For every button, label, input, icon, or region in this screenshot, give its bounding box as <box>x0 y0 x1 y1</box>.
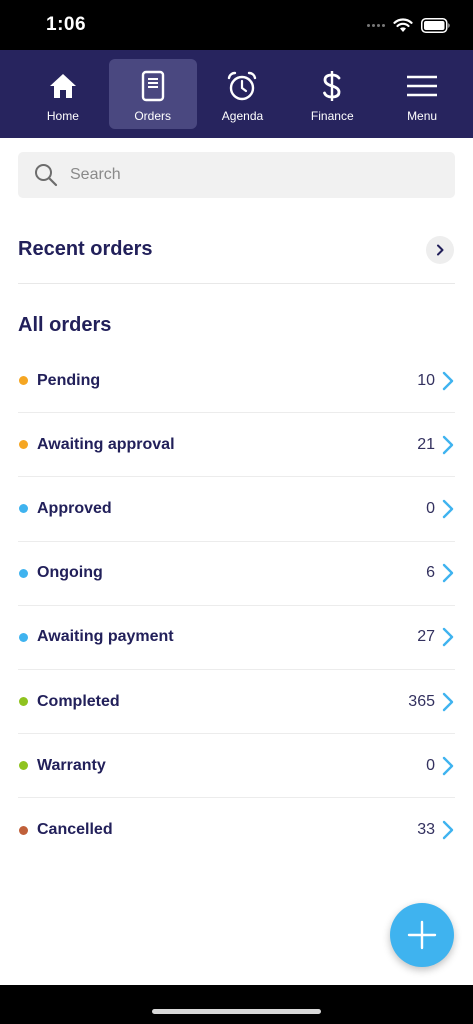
order-status-list: Pending 10 Awaiting approval 21 Approved… <box>18 349 455 863</box>
nav-label-menu: Menu <box>407 109 438 123</box>
status-dot <box>19 440 28 450</box>
order-row-cancelled[interactable]: Cancelled 33 <box>18 798 455 862</box>
status-dot <box>19 825 28 835</box>
add-order-button[interactable] <box>390 903 454 967</box>
chevron-right-icon <box>441 563 455 583</box>
status-bar: 1:06 <box>0 0 473 50</box>
status-dot <box>19 761 28 771</box>
recent-orders-expand-button[interactable] <box>426 235 454 264</box>
chevron-right-icon <box>441 499 455 519</box>
status-dot <box>19 632 28 642</box>
nav-item-home[interactable]: Home <box>19 59 107 129</box>
order-row-approved[interactable]: Approved 0 <box>18 477 455 542</box>
order-status-label: Warranty <box>37 756 106 774</box>
search-input[interactable] <box>70 166 430 184</box>
nav-label-finance: Finance <box>310 109 354 123</box>
chevron-right-icon <box>441 820 455 840</box>
orders-icon <box>136 69 170 103</box>
status-dot <box>19 376 28 386</box>
search-bar[interactable] <box>18 152 455 198</box>
chevron-right-icon <box>441 371 455 391</box>
order-row-ongoing[interactable]: Ongoing 6 <box>18 542 455 606</box>
status-dot <box>19 697 28 707</box>
order-count: 10 <box>417 371 435 389</box>
hamburger-icon <box>405 69 439 103</box>
order-status-label: Awaiting payment <box>37 628 174 646</box>
nav-item-agenda[interactable]: Agenda <box>198 59 286 129</box>
nav-item-finance[interactable]: Finance <box>288 59 376 129</box>
order-status-label: Awaiting approval <box>37 435 175 453</box>
order-status-label: Pending <box>37 371 101 389</box>
nav-label-home: Home <box>46 109 79 123</box>
plus-icon <box>407 920 437 950</box>
orders-screen: 1:06 Home Orders Agenda Finance Menu Sea… <box>0 0 473 1024</box>
home-indicator[interactable] <box>152 1009 321 1014</box>
order-count: 0 <box>426 499 435 517</box>
battery-icon <box>421 17 450 33</box>
order-row-awaiting-approval[interactable]: Awaiting approval 21 <box>18 413 455 478</box>
order-count: 6 <box>426 564 435 582</box>
search-icon <box>35 164 58 187</box>
order-status-label: Ongoing <box>37 564 103 582</box>
chevron-right-icon <box>437 244 444 255</box>
order-row-completed[interactable]: Completed 365 <box>18 670 455 735</box>
status-dot <box>19 568 28 578</box>
status-dot <box>19 504 28 514</box>
home-indicator-bar <box>0 985 473 1024</box>
chevron-right-icon <box>441 692 455 712</box>
order-count: 0 <box>426 756 435 774</box>
order-count: 365 <box>408 692 435 710</box>
order-count: 27 <box>417 628 435 646</box>
wifi-icon <box>393 17 413 32</box>
order-status-label: Cancelled <box>37 821 113 839</box>
order-row-pending[interactable]: Pending 10 <box>18 349 455 414</box>
status-time: 1:06 <box>46 14 87 35</box>
dollar-icon <box>315 69 349 103</box>
nav-item-orders[interactable]: Orders <box>108 59 197 129</box>
nav-item-menu[interactable]: Menu <box>378 59 466 129</box>
order-count: 21 <box>417 435 435 453</box>
nav-label-agenda: Agenda <box>221 109 264 123</box>
order-row-awaiting-payment[interactable]: Awaiting payment 27 <box>18 606 455 670</box>
order-status-label: Approved <box>37 499 112 517</box>
recent-orders-title: Recent orders <box>18 238 153 260</box>
chevron-right-icon <box>441 435 455 455</box>
home-icon <box>46 69 80 103</box>
alarm-clock-icon <box>225 69 259 103</box>
recent-orders-header[interactable]: Recent orders <box>18 222 455 284</box>
order-row-warranty[interactable]: Warranty 0 <box>18 734 455 799</box>
order-count: 33 <box>417 821 435 839</box>
order-status-label: Completed <box>37 692 120 710</box>
status-icons <box>367 15 451 35</box>
top-navigation: Home Orders Agenda Finance Menu <box>0 50 473 138</box>
chevron-right-icon <box>441 627 455 647</box>
nav-label-orders: Orders <box>134 109 172 123</box>
cellular-signal-icon <box>367 23 385 27</box>
all-orders-title: All orders <box>18 314 112 336</box>
chevron-right-icon <box>441 756 455 776</box>
